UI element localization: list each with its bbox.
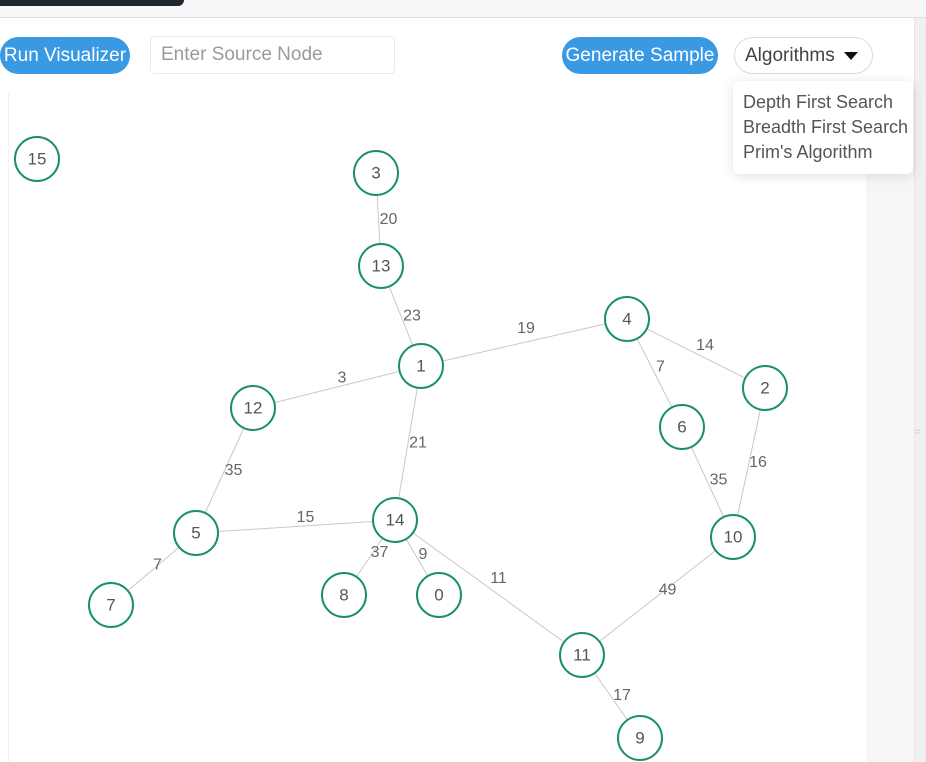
- edge-weight-label: 14: [696, 337, 714, 354]
- edge-weight-label: 35: [225, 462, 243, 479]
- graph-node-6[interactable]: 6: [659, 404, 705, 450]
- node-label: 0: [434, 586, 443, 605]
- node-label: 5: [191, 524, 200, 543]
- node-label: 12: [244, 399, 263, 418]
- node-label: 7: [106, 596, 115, 615]
- node-label: 11: [573, 646, 591, 665]
- graph-node-10[interactable]: 10: [710, 514, 756, 560]
- node-label: 6: [677, 418, 686, 437]
- graph-node-0[interactable]: 0: [416, 572, 462, 618]
- node-label: 2: [760, 379, 769, 398]
- graph-node-8[interactable]: 8: [321, 572, 367, 618]
- edge-5-14: [195, 519, 396, 534]
- graph-node-5[interactable]: 5: [173, 510, 219, 556]
- graph-node-13[interactable]: 13: [358, 243, 404, 289]
- menu-item-bfs[interactable]: Breadth First Search: [733, 115, 913, 140]
- edge-weight-label: 7: [153, 557, 162, 574]
- graph-nodes: 153134121265141078 0119: [14, 136, 788, 761]
- edge-weight-label: 7: [656, 359, 665, 376]
- node-label: 15: [28, 150, 47, 169]
- menu-item-prims[interactable]: Prim's Algorithm: [733, 140, 913, 165]
- menu-item-dfs[interactable]: Depth First Search: [733, 90, 913, 115]
- graph-node-3[interactable]: 3: [353, 150, 399, 196]
- node-label: 9: [635, 729, 644, 748]
- edge-weight-label: 20: [380, 211, 398, 228]
- node-label: 10: [724, 528, 743, 547]
- edge-weight-label: 11: [490, 570, 507, 587]
- edge-weight-label: 17: [613, 687, 631, 704]
- graph-node-9[interactable]: 9: [617, 715, 663, 761]
- node-label: 13: [372, 257, 391, 276]
- node-label: 4: [622, 310, 631, 329]
- graph-node-2[interactable]: 2: [742, 365, 788, 411]
- edge-10-11: [581, 536, 734, 656]
- graph-edges: 2023191473162135351537 97114917: [110, 172, 767, 739]
- edge-weight-label: 19: [517, 320, 535, 337]
- graph-node-14[interactable]: 14: [372, 497, 418, 543]
- graph-node-1[interactable]: 1: [398, 343, 444, 389]
- graph-node-4[interactable]: 4: [604, 296, 650, 342]
- edge-weight-label: 49: [659, 582, 677, 599]
- edge-weight-label: 35: [710, 472, 728, 489]
- graph-node-12[interactable]: 12: [230, 385, 276, 431]
- node-label: 3: [371, 164, 380, 183]
- node-label: 14: [386, 511, 405, 530]
- graph-node-11[interactable]: 11: [559, 632, 605, 678]
- edge-weight-label: 21: [409, 435, 427, 452]
- edge-weight-label: 16: [749, 454, 767, 471]
- edge-weight-label: 23: [403, 308, 421, 325]
- algorithms-dropdown-menu: Depth First Search Breadth First Search …: [733, 81, 913, 174]
- graph-node-15[interactable]: 15: [14, 136, 60, 182]
- node-label: 1: [416, 357, 425, 376]
- node-label: 8: [339, 586, 348, 605]
- graph-node-7[interactable]: 7: [88, 582, 134, 628]
- edge-weight-label: 37: [371, 544, 389, 561]
- edge-weight-label: 3: [338, 370, 347, 387]
- edge-weight-label: 15: [297, 509, 315, 526]
- edge-weight-label: 9: [419, 546, 428, 563]
